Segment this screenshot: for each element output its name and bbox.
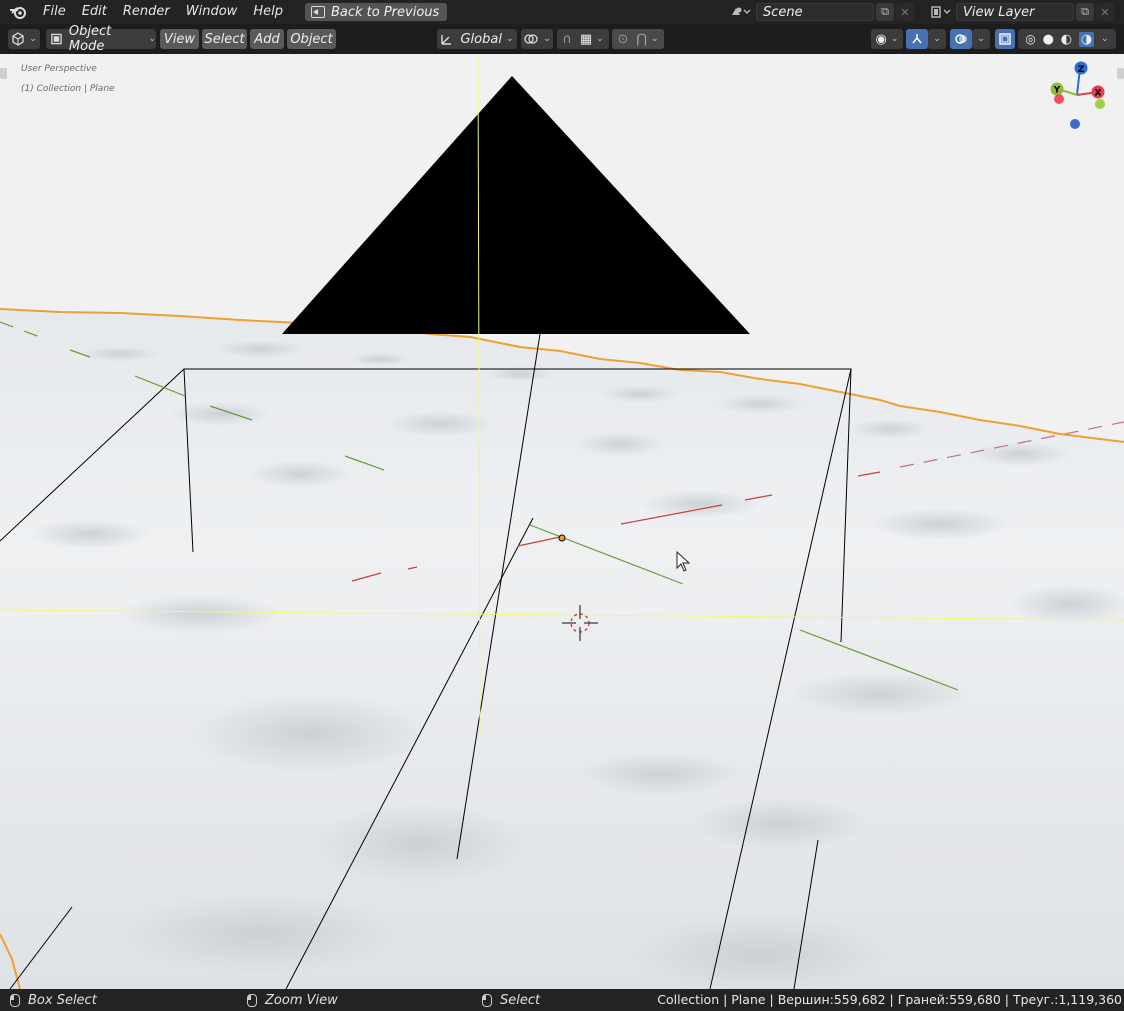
- rendered-shading-icon[interactable]: ◑: [1078, 31, 1095, 47]
- middle-mouse-icon: [247, 993, 257, 1007]
- magnet-icon: ∩: [562, 31, 572, 47]
- gizmo-toggle-button[interactable]: [906, 29, 928, 49]
- menu-window[interactable]: Window: [178, 1, 246, 23]
- back-to-previous-label: Back to Previous: [330, 4, 440, 20]
- object-menu[interactable]: Object: [287, 29, 336, 49]
- scene-selector: Scene ⧉ ✕ View Layer ⧉ ✕: [728, 3, 1114, 21]
- menu-edit[interactable]: Edit: [74, 1, 115, 23]
- proportional-editing-icon: ⊙: [617, 31, 629, 47]
- gizmo-x-label: X: [1095, 89, 1102, 99]
- transform-orientation-label: Global: [460, 31, 502, 47]
- visibility-dropdown[interactable]: ◉ ⌄: [871, 29, 903, 49]
- 3d-viewport-icon: [12, 32, 24, 46]
- active-object-label: (1) Collection | Plane: [21, 84, 115, 94]
- overlays-dropdown[interactable]: ⌄: [972, 29, 990, 49]
- snapping-group[interactable]: ∩ ▦ ⌄: [557, 29, 609, 49]
- blender-logo-icon[interactable]: [9, 3, 27, 21]
- mode-dropdown[interactable]: Object Mode ⌄: [46, 24, 156, 54]
- toolbar-collapse-handle[interactable]: [0, 68, 7, 79]
- copy-icon: ⧉: [881, 5, 889, 18]
- gizmo-dropdown[interactable]: ⌄: [928, 29, 946, 49]
- view-layer-delete-button[interactable]: ✕: [1096, 3, 1114, 21]
- zoom-view-label: Zoom View: [265, 992, 338, 1008]
- status-zoom-view: Zoom View: [247, 989, 338, 1011]
- status-select: Select: [482, 989, 540, 1011]
- scene-icon: [732, 7, 751, 15]
- viewport-scene: Z Y X: [0, 54, 1124, 989]
- shading-dropdown-icon[interactable]: ⌄: [1101, 34, 1109, 44]
- status-bar: Box Select Zoom View Select Collection |…: [0, 989, 1124, 1011]
- snap-target-icon: ▦: [579, 31, 593, 47]
- orientation-global-icon: [441, 35, 452, 45]
- proportional-editing-group[interactable]: ⊙ ⋂ ⌄: [612, 29, 664, 49]
- object-mode-icon: [51, 33, 62, 45]
- mode-label: Object Mode: [68, 24, 112, 54]
- sidebar-collapse-handle[interactable]: [1117, 68, 1124, 79]
- scene-delete-button[interactable]: ✕: [896, 3, 914, 21]
- select-label: Select: [500, 992, 541, 1008]
- view-menu[interactable]: View: [160, 29, 199, 49]
- add-menu[interactable]: Add: [250, 29, 284, 49]
- xray-toggle-button[interactable]: [995, 29, 1015, 49]
- scene-name-value: Scene: [763, 4, 803, 20]
- status-box-select: Box Select: [10, 989, 97, 1011]
- view-layer-icon: [931, 6, 951, 18]
- material-preview-shading-icon[interactable]: ◐: [1061, 32, 1072, 47]
- editor-type-dropdown[interactable]: ⌄: [8, 29, 40, 49]
- perspective-label: User Perspective: [21, 64, 97, 74]
- gizmo-z-label: Z: [1078, 65, 1085, 75]
- gizmo-icon: [912, 34, 922, 44]
- view-layer-new-button[interactable]: ⧉: [1076, 3, 1094, 21]
- close-icon: ✕: [1100, 5, 1110, 19]
- back-arrow-icon: [310, 6, 325, 18]
- view-layer-name-value: View Layer: [963, 4, 1035, 20]
- pivot-icon: [524, 34, 538, 44]
- scene-type-dropdown[interactable]: [728, 3, 754, 21]
- 3d-viewport[interactable]: Z Y X User Perspective (1) Collection | …: [0, 54, 1124, 989]
- eye-icon: ◉: [875, 31, 887, 47]
- object-origin: [558, 534, 566, 542]
- shading-mode-group: ◎ ● ◐ ◑ ⌄: [1018, 29, 1116, 49]
- wireframe-shading-icon[interactable]: ◎: [1025, 32, 1035, 46]
- scene-statistics: Collection | Plane | Вершин:559,682 | Гр…: [657, 992, 1122, 1007]
- view-layer-type-dropdown[interactable]: [928, 3, 954, 21]
- top-menu-bar: File Edit Render Window Help Back to Pre…: [0, 0, 1124, 24]
- overlays-toggle-button[interactable]: [950, 29, 972, 49]
- back-to-previous-button[interactable]: Back to Previous: [304, 3, 448, 21]
- view-layer-name-field[interactable]: View Layer: [956, 3, 1074, 21]
- right-mouse-icon: [482, 993, 492, 1007]
- box-select-label: Box Select: [28, 992, 97, 1008]
- falloff-icon: ⋂: [636, 31, 648, 47]
- transform-orientation-dropdown[interactable]: Global ⌄: [437, 29, 517, 49]
- gizmo-y-label: Y: [1053, 86, 1061, 96]
- pivot-point-dropdown[interactable]: ⌄: [521, 29, 553, 49]
- close-icon: ✕: [900, 5, 910, 19]
- menu-help[interactable]: Help: [245, 1, 291, 23]
- select-menu[interactable]: Select: [202, 29, 247, 49]
- xray-icon: [999, 33, 1011, 45]
- viewport-header: ⌄ Object Mode ⌄ View Select Add Object Gl…: [0, 24, 1124, 54]
- scene-new-button[interactable]: ⧉: [876, 3, 894, 21]
- solid-shading-icon[interactable]: ●: [1043, 32, 1054, 47]
- left-mouse-icon: [10, 993, 20, 1007]
- copy-icon: ⧉: [1081, 5, 1089, 18]
- overlays-icon: [955, 34, 967, 44]
- menu-render[interactable]: Render: [115, 1, 178, 23]
- menu-file[interactable]: File: [35, 1, 74, 23]
- scene-name-field[interactable]: Scene: [756, 3, 874, 21]
